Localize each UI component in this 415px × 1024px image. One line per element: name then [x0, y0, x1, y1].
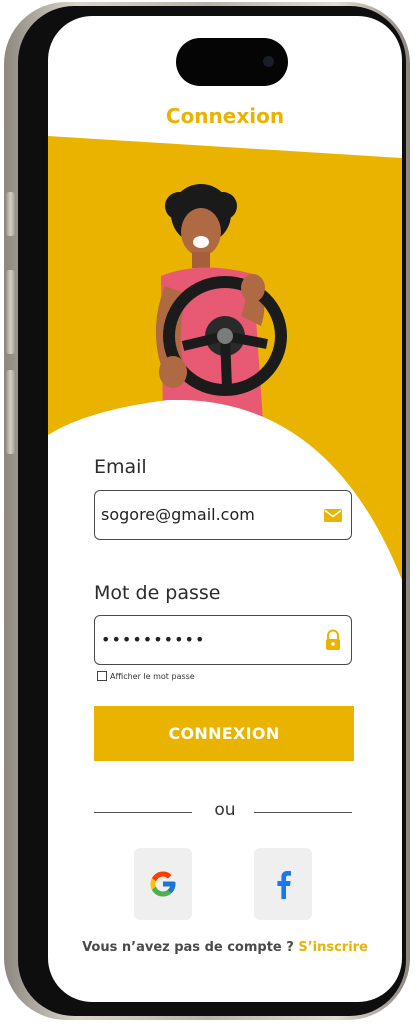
volume-up-button	[6, 270, 15, 354]
show-password-toggle[interactable]: Afficher le mot passe	[97, 671, 195, 681]
email-label: Email	[94, 456, 147, 478]
signup-link[interactable]: S’inscrire	[298, 940, 368, 955]
page-title: Connexion	[165, 104, 285, 128]
action-button	[6, 192, 15, 236]
divider-left	[94, 812, 192, 813]
divider-right	[254, 812, 352, 813]
divider-text: ou	[214, 800, 236, 820]
dynamic-island	[176, 38, 288, 86]
envelope-icon	[324, 509, 342, 522]
facebook-icon	[277, 871, 291, 899]
camera-icon	[263, 56, 274, 67]
facebook-login-button[interactable]	[254, 848, 312, 920]
google-login-button[interactable]	[134, 848, 192, 920]
phone-frame: Connexion Email sogore@gmail.com Mot de …	[4, 2, 410, 1020]
email-field[interactable]: sogore@gmail.com	[94, 490, 352, 540]
signup-prompt: Vous n’avez pas de compte ? S’inscrire	[48, 940, 402, 955]
show-password-checkbox[interactable]	[97, 671, 107, 681]
password-value: ••••••••••	[101, 630, 206, 649]
volume-down-button	[6, 370, 15, 454]
email-value: sogore@gmail.com	[101, 505, 255, 524]
show-password-label: Afficher le mot passe	[110, 671, 195, 681]
driver-illustration	[155, 184, 287, 421]
lock-icon	[326, 629, 340, 650]
app-screen: Connexion Email sogore@gmail.com Mot de …	[48, 16, 402, 1002]
signup-prompt-text: Vous n’avez pas de compte ?	[82, 940, 294, 955]
password-label: Mot de passe	[94, 582, 221, 604]
password-field[interactable]: ••••••••••	[94, 615, 352, 665]
google-icon	[150, 871, 176, 897]
connexion-button[interactable]: CONNEXION	[94, 706, 354, 761]
